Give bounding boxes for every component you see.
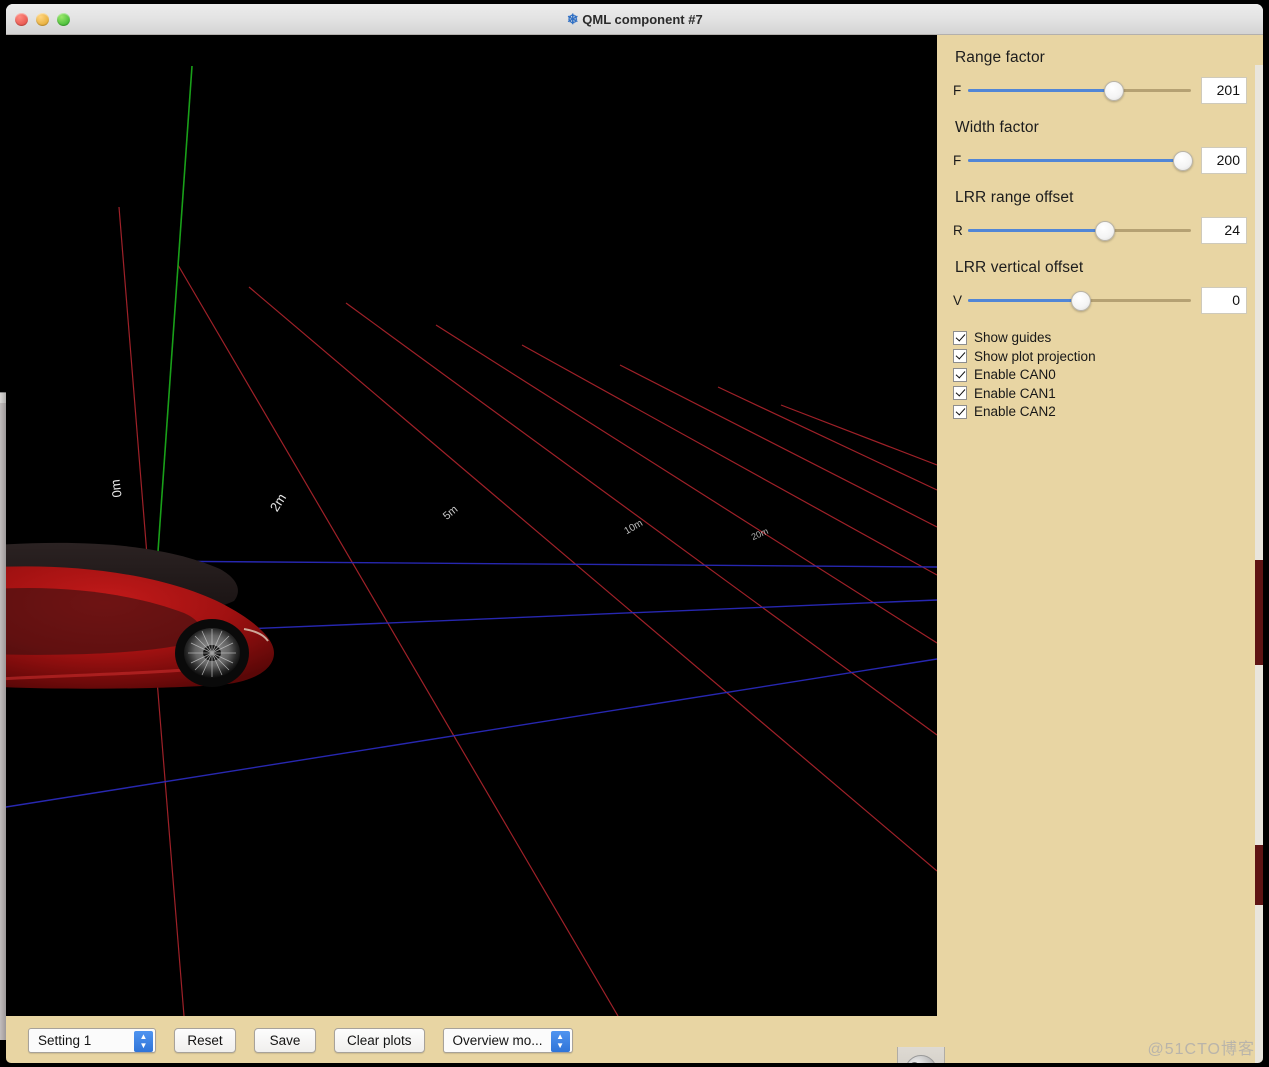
width-factor-value[interactable]: 200 [1201,147,1247,174]
watermark: @51CTO博客 [1147,1035,1255,1059]
reset-button[interactable]: Reset [174,1028,236,1053]
checkmark-icon[interactable] [953,349,967,363]
right-scroll-rail[interactable] [1255,65,1263,1063]
settings-panel: Range factor F 201 Width factor F [937,35,1263,1063]
lrr-vertical-offset-slider[interactable] [968,289,1191,311]
slider-handle[interactable] [1104,81,1124,101]
slider-fill [968,89,1113,92]
range-factor-row: F 201 [953,73,1247,107]
save-button-label: Save [270,1033,301,1048]
lrr-vertical-offset-label: LRR vertical offset [955,259,1247,277]
checkmark-icon[interactable] [953,331,967,345]
lrr-range-offset-label: LRR range offset [955,189,1247,207]
application-window: ❄ QML component #7 [6,4,1263,1063]
checkbox-label: Enable CAN1 [974,386,1056,401]
slider-handle[interactable] [1173,151,1193,171]
chevron-updown-icon[interactable]: ▲▼ [551,1031,570,1052]
options-checkbox-list: Show guides Show plot projection Enable … [953,329,1247,421]
window-title: QML component #7 [582,12,702,27]
checkbox-label: Show plot projection [974,349,1096,364]
checkbox-show-plot-projection[interactable]: Show plot projection [953,348,1247,366]
lrr-vertical-offset-row: V 0 [953,283,1247,317]
checkmark-icon[interactable] [953,386,967,400]
slider-handle[interactable] [1071,291,1091,311]
slider-fill [968,229,1104,232]
lrr-vertical-offset-prefix: V [953,293,968,308]
checkbox-label: Enable CAN0 [974,367,1056,382]
checkbox-show-guides[interactable]: Show guides [953,329,1247,347]
title-bar: ❄ QML component #7 [6,4,1263,35]
checkmark-icon[interactable] [953,405,967,419]
checkbox-label: Show guides [974,330,1051,345]
slider-handle[interactable] [1095,221,1115,241]
window-title-container: ❄ QML component #7 [6,12,1263,27]
range-factor-value[interactable]: 201 [1201,77,1247,104]
view-mode-select-value: Overview mo... [453,1033,543,1048]
save-button[interactable]: Save [254,1028,316,1053]
reset-button-label: Reset [187,1033,222,1048]
setting-select-value: Setting 1 [38,1033,91,1048]
clear-plots-button-label: Clear plots [347,1033,412,1048]
scene-canvas [6,35,937,1016]
width-factor-slider[interactable] [968,149,1191,171]
slider-fill [968,299,1080,302]
lrr-range-offset-row: R 24 [953,213,1247,247]
setting-select[interactable]: Setting 1 ▲▼ [28,1028,156,1053]
clear-plots-button[interactable]: Clear plots [334,1028,425,1053]
globe-button[interactable] [897,1047,945,1063]
checkbox-label: Enable CAN2 [974,404,1056,419]
width-factor-label: Width factor [955,119,1247,137]
range-factor-prefix: F [953,83,968,98]
width-factor-row: F 200 [953,143,1247,177]
slider-fill [968,159,1182,162]
snowflake-icon: ❄ [566,13,579,26]
lrr-range-offset-prefix: R [953,223,968,238]
checkbox-enable-can1[interactable]: Enable CAN1 [953,385,1247,403]
chevron-updown-icon[interactable]: ▲▼ [134,1031,153,1052]
screenshot-root: ❄ QML component #7 [0,0,1269,1067]
bottom-toolbar: Setting 1 ▲▼ Reset Save Clear plots Over… [6,1016,937,1063]
checkmark-icon[interactable] [953,368,967,382]
range-factor-label: Range factor [955,49,1247,67]
lrr-range-offset-slider[interactable] [968,219,1191,241]
width-factor-prefix: F [953,153,968,168]
lrr-vertical-offset-value[interactable]: 0 [1201,287,1247,314]
lrr-range-offset-value[interactable]: 24 [1201,217,1247,244]
window-body: 0m 2m 5m 10m 20m Range factor F 201 [6,35,1263,1063]
viewport-3d[interactable]: 0m 2m 5m 10m 20m [6,35,937,1016]
globe-icon [905,1055,937,1064]
view-mode-select[interactable]: Overview mo... ▲▼ [443,1028,573,1053]
checkbox-enable-can2[interactable]: Enable CAN2 [953,403,1247,421]
checkbox-enable-can0[interactable]: Enable CAN0 [953,366,1247,384]
range-factor-slider[interactable] [968,79,1191,101]
